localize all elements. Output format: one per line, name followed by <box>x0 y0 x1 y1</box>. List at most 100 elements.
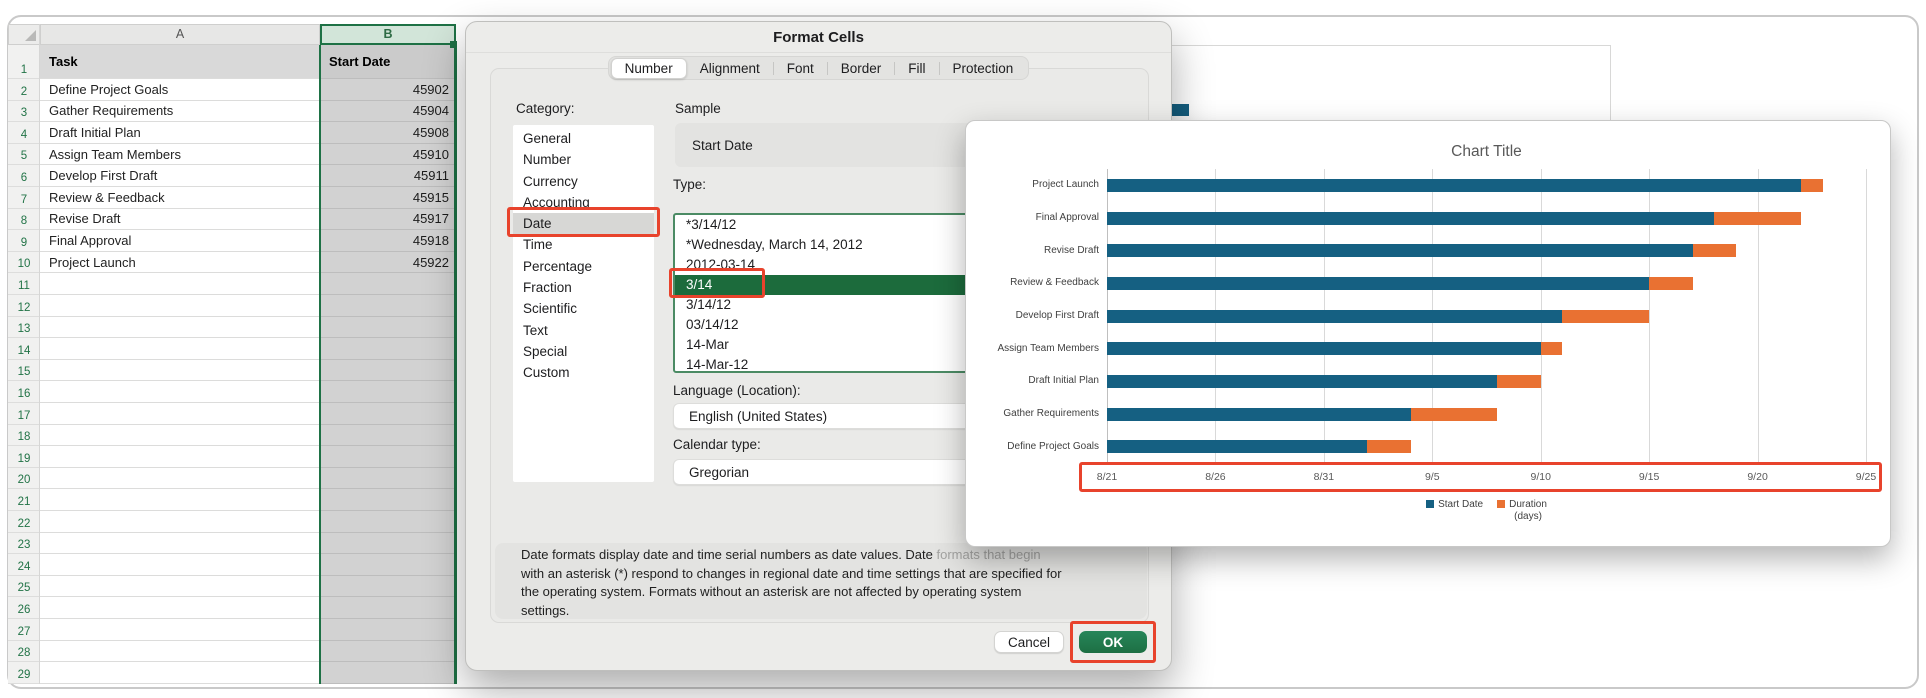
cell-task[interactable] <box>40 446 320 468</box>
row-number[interactable]: 22 <box>8 511 40 533</box>
row-number[interactable]: 2 <box>8 79 40 101</box>
bar-duration[interactable] <box>1410 407 1498 421</box>
cell-start-date[interactable] <box>320 273 456 295</box>
row-number[interactable]: 8 <box>8 208 40 231</box>
cancel-button[interactable]: Cancel <box>994 631 1064 653</box>
chart-overlay[interactable]: Chart Title Project Launch Final Approval… <box>965 120 1891 547</box>
cell-task[interactable]: Develop First Draft <box>40 165 320 187</box>
bar-start-date[interactable] <box>1107 211 1715 225</box>
cell-start-date[interactable] <box>320 662 456 684</box>
row-number[interactable]: 20 <box>8 467 40 490</box>
row-number[interactable]: 3 <box>8 100 40 123</box>
category-item-general[interactable]: General <box>513 128 654 149</box>
cell-start-date[interactable]: Start Date <box>320 45 456 79</box>
cell-start-date[interactable] <box>320 597 456 619</box>
cell-start-date[interactable]: 45904 <box>320 100 456 123</box>
cell-task[interactable] <box>40 640 320 663</box>
cell-task[interactable]: Review & Feedback <box>40 187 320 209</box>
cell-start-date[interactable]: 45908 <box>320 122 456 144</box>
row-number[interactable]: 10 <box>8 251 40 274</box>
bar-start-date[interactable] <box>1107 309 1563 323</box>
cell-start-date[interactable] <box>320 489 456 511</box>
row-number[interactable]: 13 <box>8 316 40 339</box>
row-number[interactable]: 24 <box>8 554 40 576</box>
row-number[interactable]: 26 <box>8 597 40 619</box>
cell-task[interactable] <box>40 489 320 511</box>
tab-protection[interactable]: Protection <box>940 59 1027 78</box>
cell-task[interactable]: Define Project Goals <box>40 79 320 101</box>
cell-task[interactable] <box>40 381 320 403</box>
bar-start-date[interactable] <box>1107 440 1368 454</box>
row-number[interactable]: 12 <box>8 295 40 317</box>
cell-task[interactable]: Gather Requirements <box>40 100 320 123</box>
cell-start-date[interactable] <box>320 532 456 555</box>
row-number[interactable]: 17 <box>8 403 40 425</box>
column-header-b[interactable]: B <box>320 24 456 45</box>
bar-start-date[interactable] <box>1107 407 1411 421</box>
cell-start-date[interactable] <box>320 554 456 576</box>
cell-task[interactable] <box>40 338 320 360</box>
cell-task[interactable]: Task <box>40 45 320 79</box>
select-all-corner[interactable] <box>8 24 40 45</box>
cell-start-date[interactable]: 45915 <box>320 187 456 209</box>
cell-start-date[interactable]: 45922 <box>320 251 456 274</box>
row-number[interactable]: 15 <box>8 359 40 382</box>
cell-start-date[interactable]: 45918 <box>320 230 456 252</box>
category-item-percentage[interactable]: Percentage <box>513 256 654 277</box>
cell-start-date[interactable] <box>320 619 456 641</box>
row-number[interactable]: 1 <box>8 45 40 79</box>
bar-duration[interactable] <box>1562 309 1650 323</box>
cell-task[interactable] <box>40 467 320 490</box>
cell-task[interactable] <box>40 532 320 555</box>
row-number[interactable]: 18 <box>8 424 40 447</box>
cell-start-date[interactable] <box>320 381 456 403</box>
row-number[interactable]: 9 <box>8 230 40 252</box>
cell-task[interactable] <box>40 662 320 684</box>
category-item-custom[interactable]: Custom <box>513 362 654 383</box>
cell-task[interactable] <box>40 403 320 425</box>
row-number[interactable]: 11 <box>8 273 40 295</box>
tab-alignment[interactable]: Alignment <box>687 59 773 78</box>
cell-task[interactable] <box>40 554 320 576</box>
category-item-currency[interactable]: Currency <box>513 171 654 192</box>
cell-task[interactable] <box>40 424 320 447</box>
row-number[interactable]: 28 <box>8 640 40 663</box>
row-number[interactable]: 6 <box>8 165 40 187</box>
cell-start-date[interactable]: 45917 <box>320 208 456 231</box>
tab-fill[interactable]: Fill <box>895 59 938 78</box>
row-number[interactable]: 5 <box>8 143 40 166</box>
row-number[interactable]: 7 <box>8 187 40 209</box>
bar-start-date[interactable] <box>1107 276 1650 290</box>
row-number[interactable]: 19 <box>8 446 40 468</box>
row-number[interactable]: 4 <box>8 122 40 144</box>
column-header-a[interactable]: A <box>40 24 320 45</box>
cell-task[interactable]: Final Approval <box>40 230 320 252</box>
cell-task[interactable] <box>40 619 320 641</box>
bar-start-date[interactable] <box>1107 178 1801 192</box>
tab-font[interactable]: Font <box>774 59 827 78</box>
row-number[interactable]: 25 <box>8 575 40 598</box>
cell-start-date[interactable] <box>320 295 456 317</box>
category-item-text[interactable]: Text <box>513 320 654 341</box>
cell-task[interactable]: Project Launch <box>40 251 320 274</box>
cell-start-date[interactable] <box>320 316 456 339</box>
bar-start-date[interactable] <box>1107 374 1498 388</box>
row-number[interactable]: 29 <box>8 662 40 684</box>
cell-task[interactable] <box>40 597 320 619</box>
bar-duration[interactable] <box>1497 374 1541 388</box>
bar-duration[interactable] <box>1800 178 1823 192</box>
tab-border[interactable]: Border <box>828 59 895 78</box>
category-item-scientific[interactable]: Scientific <box>513 298 654 319</box>
tab-number[interactable]: Number <box>610 57 687 79</box>
cell-start-date[interactable] <box>320 575 456 598</box>
row-number[interactable]: 16 <box>8 381 40 403</box>
row-number[interactable]: 27 <box>8 619 40 641</box>
bar-duration[interactable] <box>1692 244 1736 258</box>
cell-start-date[interactable]: 45910 <box>320 143 456 166</box>
cell-task[interactable] <box>40 316 320 339</box>
category-item-special[interactable]: Special <box>513 341 654 362</box>
cell-start-date[interactable]: 45902 <box>320 79 456 101</box>
cell-start-date[interactable] <box>320 446 456 468</box>
row-number[interactable]: 23 <box>8 532 40 555</box>
cell-start-date[interactable] <box>320 338 456 360</box>
